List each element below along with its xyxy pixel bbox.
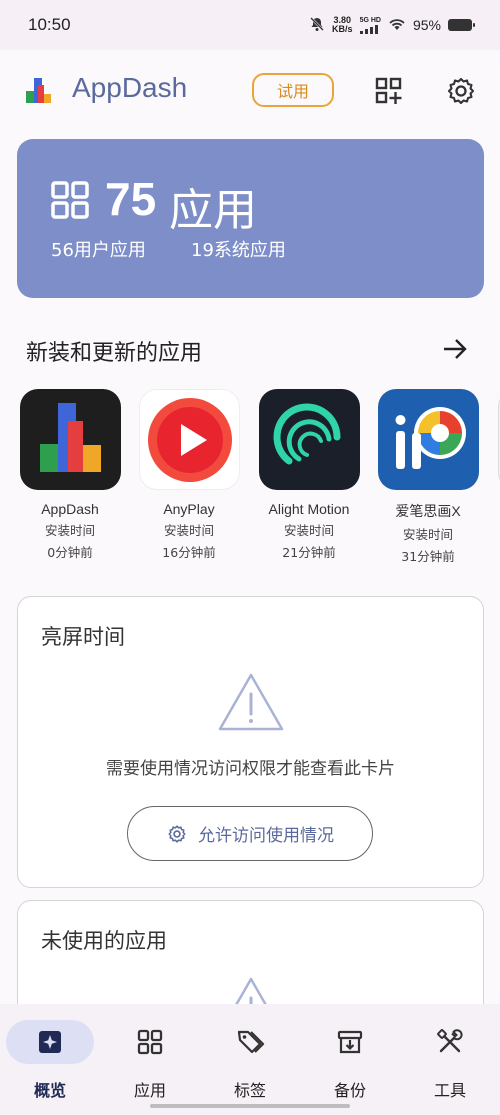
status-icons: 3.80 KB/s 5G HD 95%: [309, 16, 475, 35]
app-title: AppDash: [72, 72, 188, 103]
tools-icon: [437, 1029, 463, 1053]
trial-button[interactable]: 试用: [252, 73, 334, 107]
wifi-icon: [388, 17, 406, 34]
net-speed-unit: KB/s: [332, 24, 353, 34]
app-time: 0分钟前: [47, 545, 93, 560]
status-time: 10:50: [28, 15, 71, 34]
warning-icon: [218, 673, 284, 731]
app-time: 16分钟前: [162, 545, 216, 560]
arrow-right-icon: [444, 339, 467, 359]
nav-backup-pill: [306, 1020, 394, 1064]
app-status: 安装时间: [402, 527, 453, 542]
app-summary-card[interactable]: 75 应用 56用户应用 19系统应用: [17, 139, 484, 298]
user-apps-count: 56用户应用: [51, 240, 146, 261]
nav-apps-label: 应用: [133, 1081, 166, 1100]
app-status: 安装时间: [44, 523, 95, 538]
recent-app-item[interactable]: AppDash 安装时间 0分钟前: [10, 389, 130, 561]
battery-percent: 95%: [412, 17, 441, 33]
network-type: 5G HD: [359, 16, 381, 34]
app-status: 安装时间: [283, 523, 334, 538]
permission-message: 需要使用情况访问权限才能查看此卡片: [106, 759, 395, 779]
ibispaint-app-icon: [377, 389, 479, 490]
app-time: 31分钟前: [401, 549, 455, 564]
total-app-label: 应用: [169, 185, 257, 236]
nav-tags-pill: [206, 1020, 294, 1064]
unused-apps-title: 未使用的应用: [41, 929, 167, 953]
screen-time-title: 亮屏时间: [41, 625, 125, 649]
app-name: AnyPlay: [163, 501, 215, 517]
alight-motion-app-icon: [258, 389, 360, 490]
net-speed: 3.80 KB/s: [332, 16, 353, 34]
sparkle-icon: [39, 1031, 61, 1053]
nav-backup-label: 备份: [333, 1081, 366, 1100]
battery-icon: [448, 19, 475, 31]
system-apps-count: 19系统应用: [191, 240, 286, 261]
nav-tags[interactable]: 标签: [200, 1020, 300, 1101]
app-name: 爱笔思画X: [395, 503, 461, 519]
recent-app-item[interactable]: Alight Motion 安装时间 21分钟前: [249, 389, 369, 561]
appdash-logo-icon: [26, 78, 51, 103]
recent-apps-title: 新装和更新的应用: [26, 341, 203, 366]
recent-apps-more-button[interactable]: [440, 334, 470, 364]
top-app-bar: AppDash 试用: [0, 50, 500, 132]
nav-tools-pill: [406, 1020, 494, 1064]
tag-icon: [237, 1030, 265, 1054]
allow-usage-access-label: 允许访问使用情况: [198, 826, 334, 846]
app-name: Alight Motion: [268, 501, 350, 517]
recent-app-item[interactable]: 爱笔思画X 安装时间 31分钟前: [368, 389, 488, 565]
nav-overview-pill: [6, 1020, 94, 1064]
gear-icon: [168, 824, 186, 843]
nav-overview[interactable]: 概览: [0, 1020, 100, 1101]
grid-icon: [51, 181, 89, 219]
mute-icon: [309, 16, 325, 35]
qr-add-icon: [375, 77, 402, 104]
nav-backup[interactable]: 备份: [300, 1020, 400, 1101]
nav-tools[interactable]: 工具: [400, 1020, 500, 1101]
nav-tools-label: 工具: [433, 1081, 466, 1100]
app-status: 安装时间: [163, 523, 214, 538]
total-app-count: 75: [105, 173, 157, 225]
qr-scan-button[interactable]: [372, 74, 406, 108]
bottom-navigation: 概览 应用 标签 备份 工具: [0, 1004, 500, 1115]
network-type-label: 5G HD: [359, 16, 381, 24]
appdash-app-icon: [19, 389, 121, 490]
home-indicator[interactable]: [150, 1104, 350, 1108]
nav-overview-label: 概览: [33, 1081, 66, 1100]
screen-time-card: 亮屏时间 需要使用情况访问权限才能查看此卡片 允许访问使用情况: [17, 596, 484, 888]
recent-app-item[interactable]: AnyPlay 安装时间 16分钟前: [129, 389, 249, 561]
allow-usage-access-button[interactable]: 允许访问使用情况: [127, 806, 373, 861]
status-bar: 10:50 3.80 KB/s 5G HD 95%: [0, 0, 500, 50]
app-name: AppDash: [41, 501, 99, 517]
recent-app-item-partial[interactable]: [488, 389, 500, 490]
nav-apps-pill: [106, 1020, 194, 1064]
recent-apps-list: AppDash 安装时间 0分钟前 AnyPlay 安装时间 16分钟前 Ali…: [0, 389, 500, 569]
app-time: 21分钟前: [282, 545, 336, 560]
grid-icon: [137, 1029, 163, 1055]
gear-icon: [447, 77, 475, 105]
nav-apps[interactable]: 应用: [100, 1020, 200, 1101]
settings-button[interactable]: [444, 74, 478, 108]
nav-tags-label: 标签: [233, 1081, 266, 1100]
archive-icon: [337, 1030, 363, 1054]
signal-icon: [359, 24, 378, 34]
anyplay-app-icon: [138, 389, 240, 490]
